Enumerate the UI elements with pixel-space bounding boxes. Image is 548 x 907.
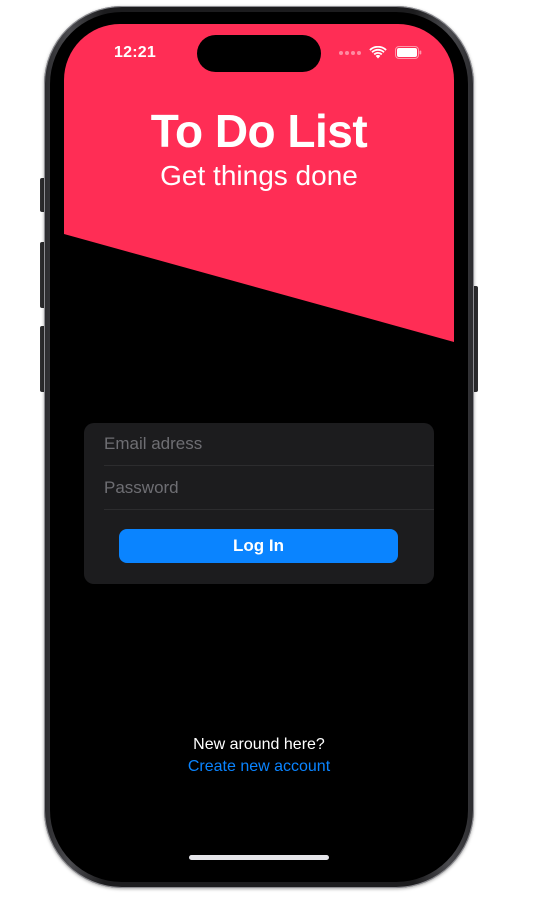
app-subtitle: Get things done bbox=[160, 160, 358, 191]
email-input[interactable] bbox=[104, 423, 434, 465]
canvas: 12:21 To Do List Get things done Email a… bbox=[0, 0, 548, 907]
password-field bbox=[104, 467, 434, 510]
status-icons bbox=[339, 46, 422, 59]
signup-prompt: New around here? bbox=[193, 736, 325, 753]
login-form: Log In bbox=[84, 423, 434, 584]
app-screen: 12:21 To Do List Get things done Email a… bbox=[64, 24, 454, 869]
dynamic-island bbox=[197, 35, 321, 72]
status-time: 12:21 bbox=[114, 44, 156, 61]
signal-dots-icon bbox=[339, 50, 361, 55]
email-field bbox=[104, 423, 434, 466]
password-input[interactable] bbox=[104, 467, 434, 509]
app-title: To Do List bbox=[150, 105, 368, 157]
battery-icon bbox=[395, 46, 422, 59]
create-account-link[interactable]: Create new account bbox=[64, 758, 454, 776]
login-button[interactable]: Log In bbox=[119, 529, 398, 563]
home-indicator[interactable] bbox=[189, 855, 329, 860]
wifi-icon bbox=[369, 46, 387, 59]
